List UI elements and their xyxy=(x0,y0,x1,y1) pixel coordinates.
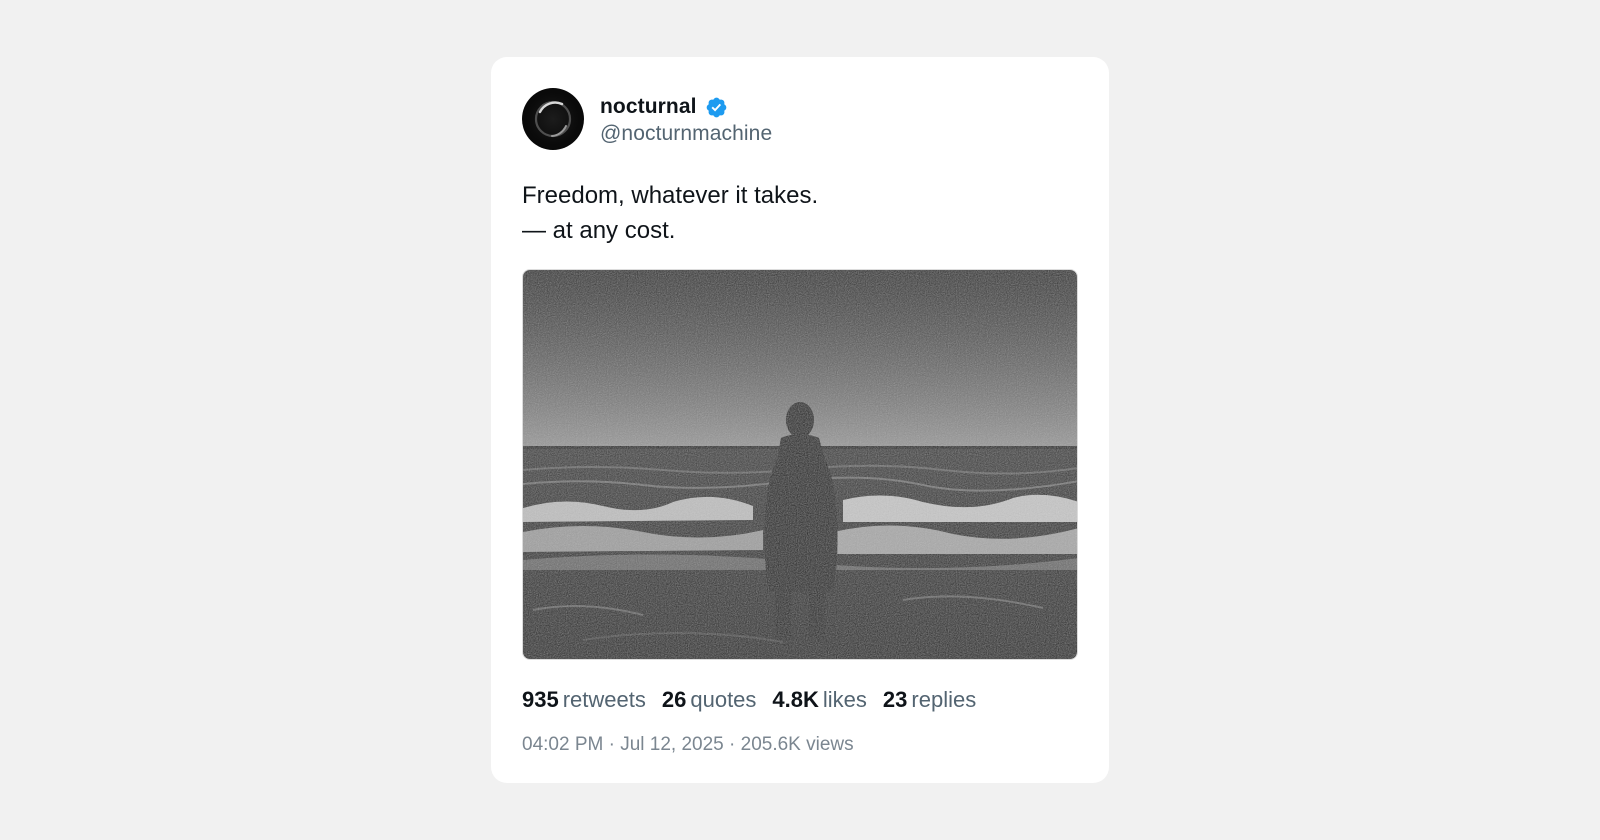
tweet-text-line: — at any cost. xyxy=(522,217,676,244)
engagement-stats: 935 retweets 26 quotes 4.8K likes 23 rep… xyxy=(522,687,1078,713)
author-names: nocturnal @nocturnmachine xyxy=(600,92,772,146)
stat-label: retweets xyxy=(562,687,646,712)
stat-replies[interactable]: 23 replies xyxy=(883,687,976,713)
stat-likes[interactable]: 4.8K likes xyxy=(772,687,867,713)
tweet-date[interactable]: Jul 12, 2025 xyxy=(620,734,724,755)
avatar[interactable] xyxy=(522,88,584,150)
tweet-media-image[interactable] xyxy=(522,269,1078,660)
tweet-meta: 04:02 PM · Jul 12, 2025 · 205.6K views xyxy=(522,734,1078,756)
avatar-ring-icon xyxy=(534,100,572,138)
stat-value: 23 xyxy=(882,687,908,712)
tweet-text-line: Freedom, whatever it takes. xyxy=(522,182,819,209)
stat-label: likes xyxy=(822,687,867,712)
meta-separator: · xyxy=(603,734,621,755)
stat-label: replies xyxy=(911,687,977,712)
tweet-time[interactable]: 04:02 PM xyxy=(522,734,603,755)
tweet-views[interactable]: 205.6K views xyxy=(741,734,854,755)
display-name[interactable]: nocturnal xyxy=(600,95,697,119)
author-handle[interactable]: @nocturnmachine xyxy=(600,122,772,146)
meta-separator: · xyxy=(723,734,741,755)
tweet-text: Freedom, whatever it takes. — at any cos… xyxy=(522,178,1078,248)
photo-icon xyxy=(523,270,1077,659)
stat-retweets[interactable]: 935 retweets xyxy=(522,687,646,713)
stat-value: 4.8K xyxy=(772,687,819,712)
tweet-header: nocturnal @nocturnmachine xyxy=(522,88,1078,150)
stat-label: quotes xyxy=(690,687,757,712)
verified-badge-icon xyxy=(706,97,726,117)
name-row: nocturnal xyxy=(600,92,772,122)
stat-value: 935 xyxy=(522,687,559,712)
tweet-card: nocturnal @nocturnmachine Freedom, whate… xyxy=(491,57,1109,783)
stat-value: 26 xyxy=(661,687,687,712)
stat-quotes[interactable]: 26 quotes xyxy=(662,687,757,713)
